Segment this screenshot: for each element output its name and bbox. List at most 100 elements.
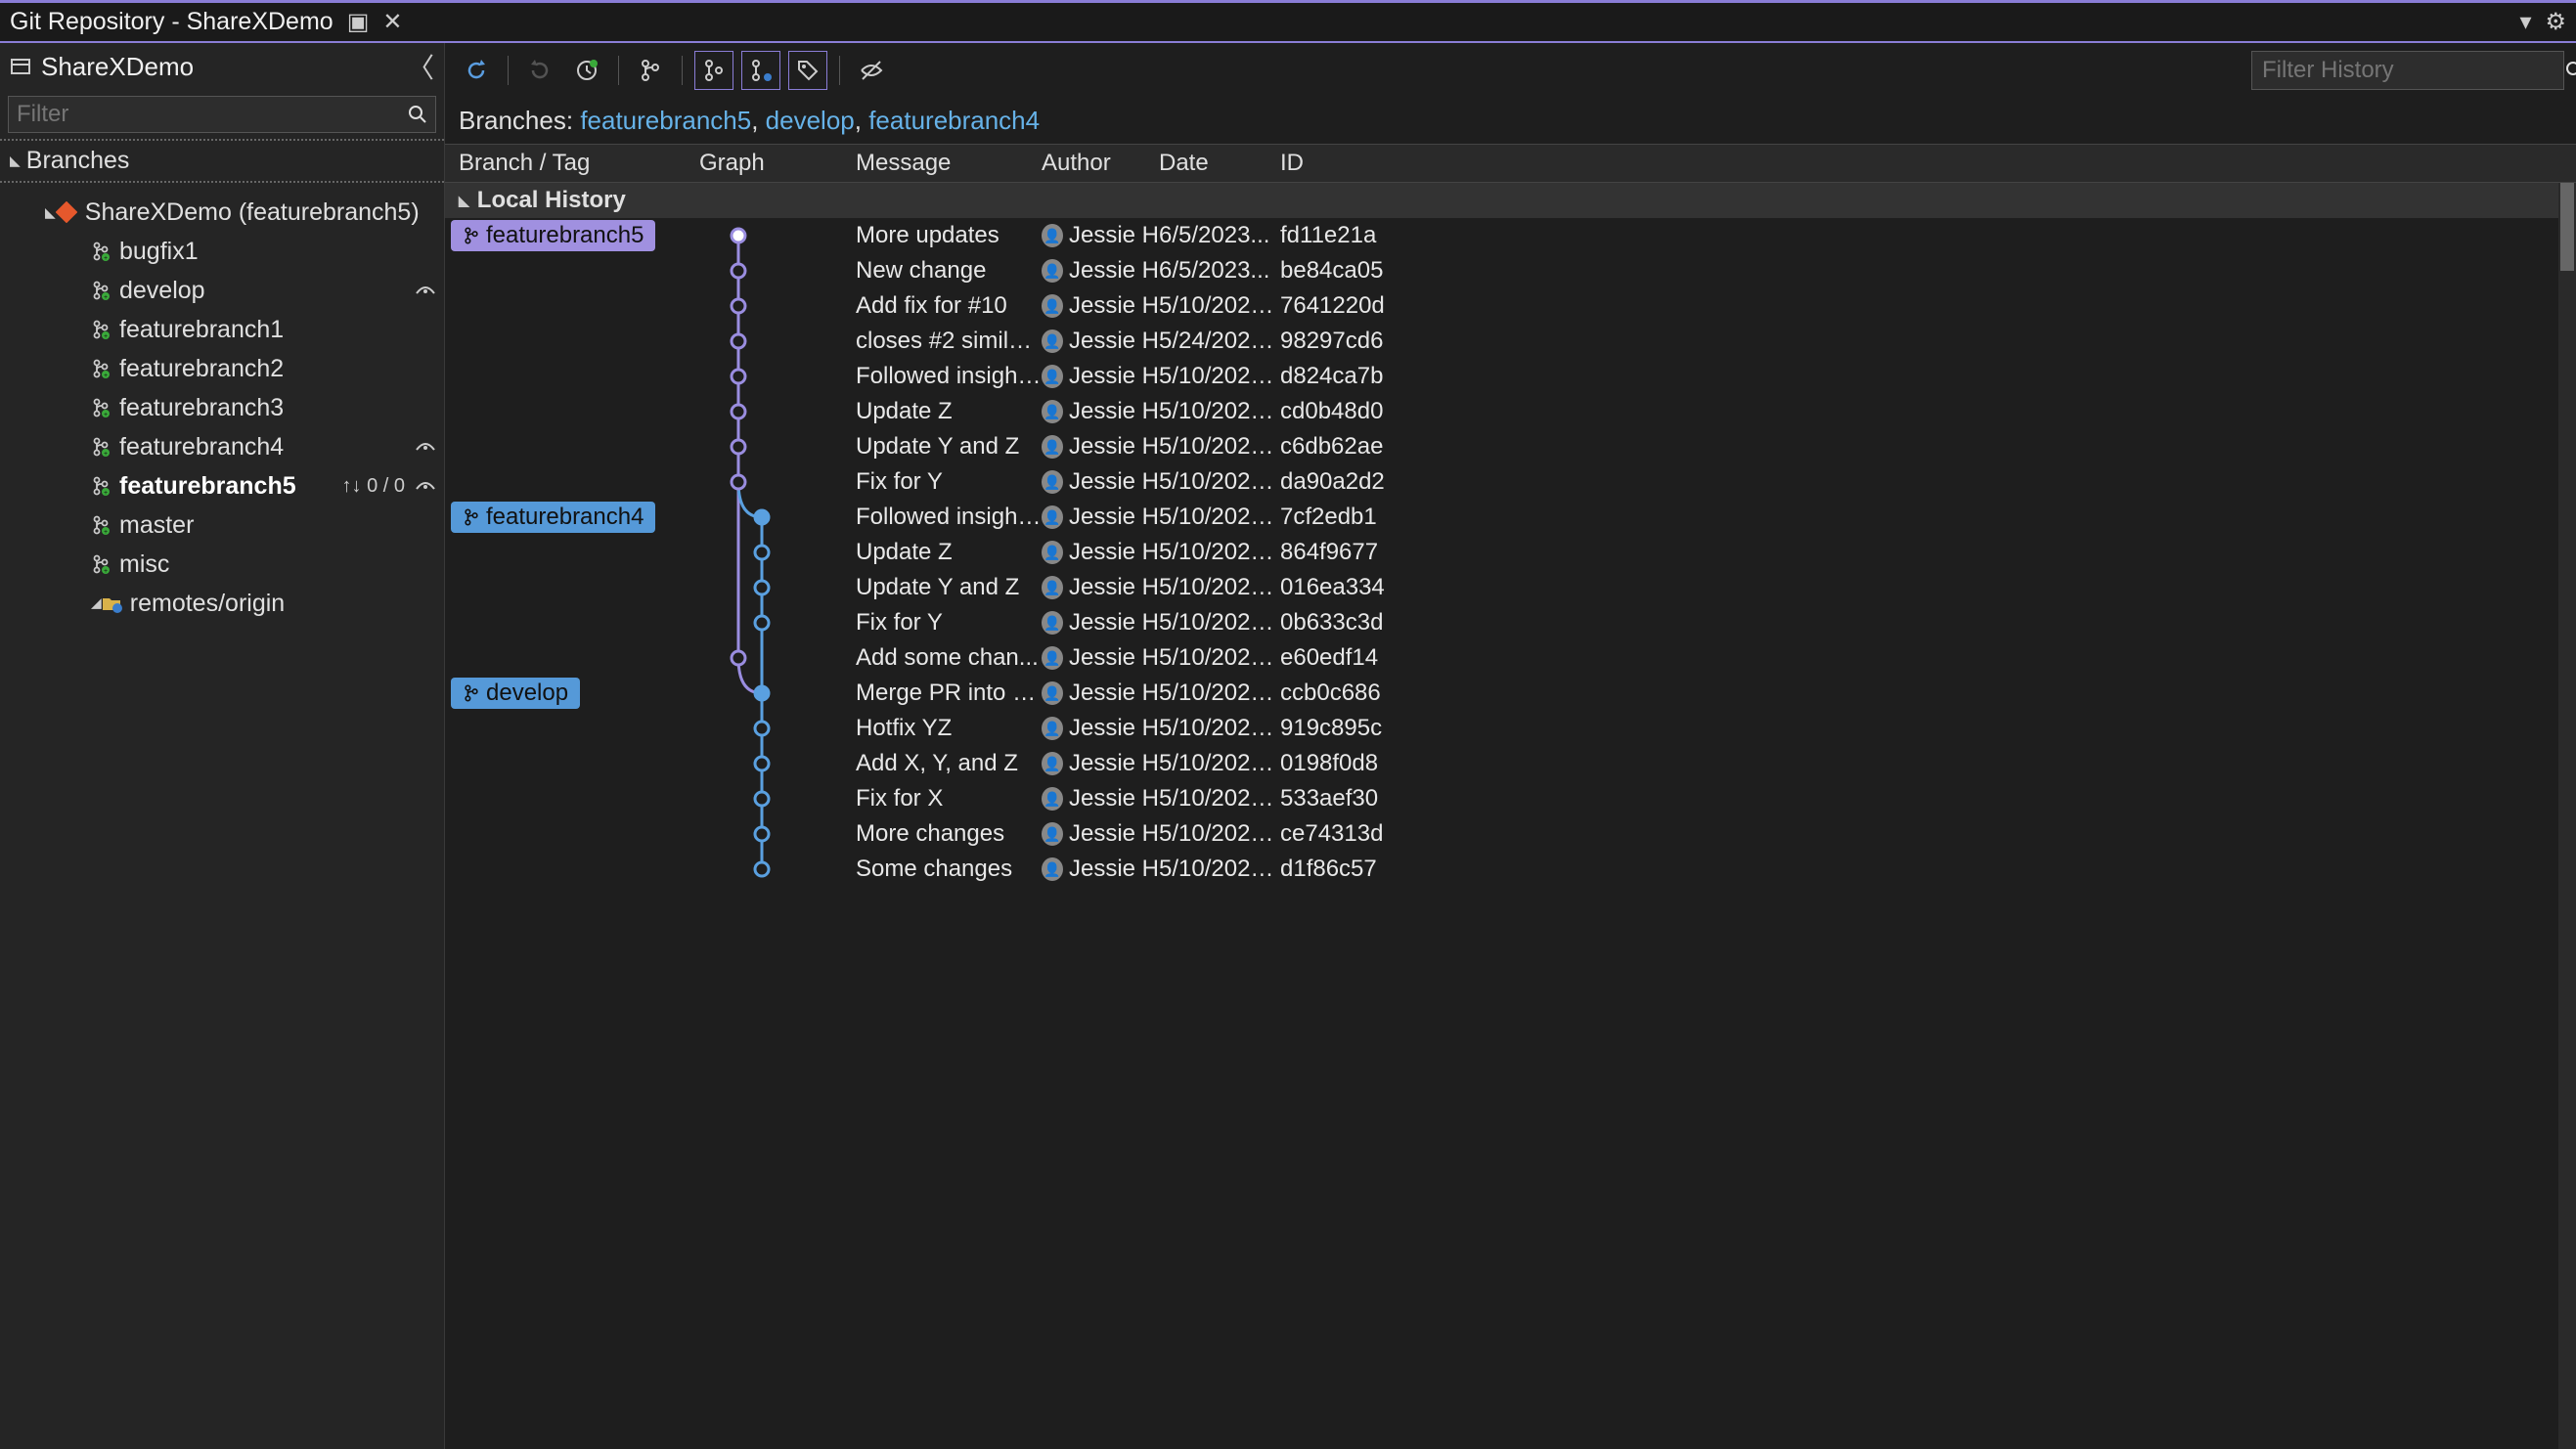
avatar-icon: 👤 — [1042, 400, 1063, 423]
branch-name: misc — [119, 550, 436, 579]
branch-name: bugfix1 — [119, 238, 436, 266]
branch-row[interactable]: + featurebranch3 — [0, 388, 444, 427]
commit-row[interactable]: featurebranch4 Followed insight... 👤Jess… — [445, 500, 2576, 535]
eye-icon[interactable] — [415, 280, 436, 301]
col-author[interactable]: Author — [1042, 150, 1159, 177]
clock-button[interactable] — [567, 51, 606, 90]
commit-id: 98297cd6 — [1280, 328, 1398, 355]
branch-row[interactable]: + bugfix1 — [0, 232, 444, 271]
commit-row[interactable]: Add fix for #10 👤Jessie H 5/10/2023... 7… — [445, 288, 2576, 324]
graph-toggle-button[interactable] — [694, 51, 733, 90]
commit-id: da90a2d2 — [1280, 468, 1398, 496]
commit-id: e60edf14 — [1280, 644, 1398, 672]
history-filter[interactable]: ▾ — [2251, 51, 2564, 90]
commit-author: 👤Jessie H — [1042, 715, 1159, 742]
branch-button[interactable] — [631, 51, 670, 90]
commit-row[interactable]: Update Z 👤Jessie H 5/10/2023... 864f9677 — [445, 535, 2576, 570]
commit-row[interactable]: Update Y and Z 👤Jessie H 5/10/2023... c6… — [445, 429, 2576, 464]
section-header[interactable]: ◣ Local History — [445, 183, 2576, 218]
branch-tag[interactable]: featurebranch5 — [451, 220, 655, 251]
repo-root-row[interactable]: ◣ ShareXDemo (featurebranch5) — [0, 193, 444, 232]
commit-row[interactable]: develop Merge PR into d... 👤Jessie H 5/1… — [445, 676, 2576, 711]
avatar-icon: 👤 — [1042, 541, 1063, 564]
branch-link[interactable]: featurebranch4 — [868, 106, 1040, 135]
branch-row[interactable]: + featurebranch4 — [0, 427, 444, 466]
branches-line-label: Branches: — [459, 106, 573, 135]
commit-row[interactable]: featurebranch5 More updates 👤Jessie H 6/… — [445, 218, 2576, 253]
chevron-down-icon[interactable]: ▾ — [2519, 8, 2531, 36]
commit-id: 533aef30 — [1280, 785, 1398, 812]
commit-message: Add fix for #10 — [856, 292, 1042, 320]
back-icon[interactable]: 〈 — [407, 47, 434, 86]
branches-header[interactable]: ◣ Branches — [0, 139, 444, 183]
remotes-row[interactable]: ◣ remotes/origin — [0, 584, 444, 623]
eye-icon[interactable] — [415, 436, 436, 458]
commit-row[interactable]: Fix for Y 👤Jessie H 5/10/2023... 0b633c3… — [445, 605, 2576, 640]
col-id[interactable]: ID — [1280, 150, 1398, 177]
pin-icon[interactable]: ▣ — [347, 8, 370, 36]
section-label: Local History — [477, 187, 626, 214]
commit-row[interactable]: New change 👤Jessie H 6/5/2023... be84ca0… — [445, 253, 2576, 288]
undo-button[interactable] — [520, 51, 559, 90]
merge-toggle-button[interactable] — [741, 51, 780, 90]
commit-id: 864f9677 — [1280, 539, 1398, 566]
branch-link[interactable]: featurebranch5 — [580, 106, 751, 135]
branch-tag[interactable]: develop — [451, 678, 580, 709]
commit-row[interactable]: Update Z 👤Jessie H 5/10/2023... cd0b48d0 — [445, 394, 2576, 429]
commit-author: 👤Jessie H — [1042, 785, 1159, 812]
branch-icon: + — [90, 476, 111, 496]
commit-date: 5/10/2023... — [1159, 785, 1280, 812]
branch-icon: + — [90, 515, 111, 535]
commit-date: 5/10/2023... — [1159, 750, 1280, 777]
commit-row[interactable]: More changes 👤Jessie H 5/10/2023... ce74… — [445, 816, 2576, 852]
commit-row[interactable]: Hotfix YZ 👤Jessie H 5/10/2023... 919c895… — [445, 711, 2576, 746]
history-filter-input[interactable] — [2262, 57, 2565, 84]
search-icon[interactable] — [2565, 61, 2576, 80]
col-date[interactable]: Date — [1159, 150, 1280, 177]
hide-button[interactable] — [852, 51, 891, 90]
repo-header[interactable]: ShareXDemo 〈 — [0, 43, 444, 90]
commit-message: Add X, Y, and Z — [856, 750, 1042, 777]
commit-row[interactable]: Followed insight... 👤Jessie H 5/10/2023.… — [445, 359, 2576, 394]
branches-label: Branches — [26, 147, 130, 175]
commit-row[interactable]: closes #2 similar... 👤Jessie H 5/24/2023… — [445, 324, 2576, 359]
avatar-icon: 👤 — [1042, 857, 1063, 881]
scrollbar[interactable] — [2558, 183, 2576, 1449]
branch-row[interactable]: + master — [0, 505, 444, 545]
commit-row[interactable]: Fix for X 👤Jessie H 5/10/2023... 533aef3… — [445, 781, 2576, 816]
col-message[interactable]: Message — [856, 150, 1042, 177]
branch-row[interactable]: + featurebranch2 — [0, 349, 444, 388]
svg-text:+: + — [104, 490, 108, 496]
commit-author: 👤Jessie H — [1042, 574, 1159, 601]
avatar-icon: 👤 — [1042, 752, 1063, 775]
commit-row[interactable]: Add some chan... 👤Jessie H 5/10/2023... … — [445, 640, 2576, 676]
refresh-button[interactable] — [457, 51, 496, 90]
separator — [508, 56, 509, 85]
commit-row[interactable]: Fix for Y 👤Jessie H 5/10/2023... da90a2d… — [445, 464, 2576, 500]
branch-tag[interactable]: featurebranch4 — [451, 502, 655, 533]
commit-row[interactable]: Some changes 👤Jessie H 5/10/2023... d1f8… — [445, 852, 2576, 887]
commit-row[interactable]: Add X, Y, and Z 👤Jessie H 5/10/2023... 0… — [445, 746, 2576, 781]
branch-filter-input[interactable] — [17, 101, 408, 128]
branch-row[interactable]: + featurebranch5 ↑↓ 0 / 0 — [0, 466, 444, 505]
eye-icon[interactable] — [415, 475, 436, 497]
separator — [682, 56, 683, 85]
window-title: Git Repository - ShareXDemo — [10, 8, 333, 36]
commit-message: Fix for Y — [856, 468, 1042, 496]
branch-link[interactable]: develop — [766, 106, 855, 135]
col-branch[interactable]: Branch / Tag — [445, 150, 699, 177]
col-graph[interactable]: Graph — [699, 150, 856, 177]
branch-row[interactable]: + misc — [0, 545, 444, 584]
branch-row[interactable]: + featurebranch1 — [0, 310, 444, 349]
branch-row[interactable]: + develop — [0, 271, 444, 310]
search-icon[interactable] — [408, 105, 427, 124]
avatar-icon: 👤 — [1042, 787, 1063, 811]
close-icon[interactable]: ✕ — [382, 8, 402, 36]
avatar-icon: 👤 — [1042, 822, 1063, 846]
tag-toggle-button[interactable] — [788, 51, 827, 90]
branch-filter[interactable] — [8, 96, 436, 133]
gear-icon[interactable]: ⚙ — [2545, 8, 2566, 36]
commit-row[interactable]: Update Y and Z 👤Jessie H 5/10/2023... 01… — [445, 570, 2576, 605]
branch-icon: + — [90, 320, 111, 339]
scrollbar-thumb[interactable] — [2560, 183, 2574, 271]
